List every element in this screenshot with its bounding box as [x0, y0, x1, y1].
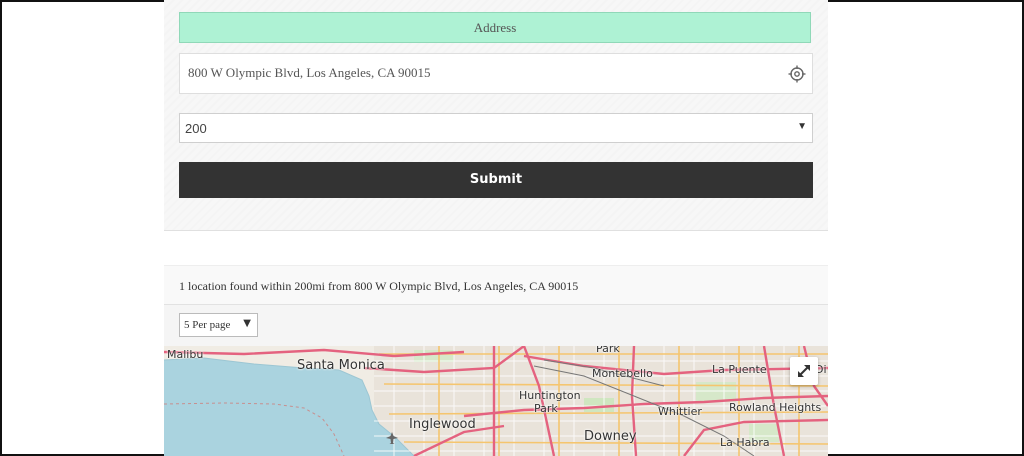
pagination-controls: 5 Per page ▼: [164, 305, 828, 346]
radius-select-value: 200: [185, 121, 207, 136]
map-label-santa-monica: Santa Monica: [297, 358, 385, 373]
per-page-select[interactable]: 5 Per page ▼: [179, 313, 258, 337]
window-border-left: [0, 0, 2, 456]
expand-arrows-icon: [798, 365, 810, 377]
map-label-whittier: Whittier: [658, 405, 702, 418]
map-label-huntington-park: Park: [534, 402, 558, 415]
map-label-inglewood: Inglewood: [409, 417, 476, 432]
address-input[interactable]: [180, 54, 786, 92]
address-label: Address: [179, 12, 811, 43]
map-label-huntington: Huntington: [519, 389, 581, 402]
map-label-malibu: Malibu: [167, 348, 204, 361]
search-form-panel: Address 200 ▼ Submit: [164, 0, 828, 231]
address-field[interactable]: [179, 53, 813, 94]
results-summary-bar: 1 location found within 200mi from 800 W…: [164, 265, 828, 305]
map-view[interactable]: Malibu Santa Monica Park Montebello La P…: [164, 346, 828, 456]
map-label-la-habra: La Habra: [720, 436, 770, 449]
map-label-downey: Downey: [584, 429, 637, 444]
crosshair-locate-icon[interactable]: [788, 65, 806, 83]
submit-button[interactable]: Submit: [179, 162, 813, 198]
chevron-down-icon: ▼: [797, 121, 807, 132]
map-label-la-puente: La Puente: [712, 363, 767, 376]
results-summary: 1 location found within 200mi from 800 W…: [179, 279, 579, 293]
per-page-value: 5 Per page: [184, 319, 231, 331]
map-label-park: Park: [596, 346, 620, 355]
chevron-down-icon: ▼: [243, 318, 251, 329]
map-fullscreen-button[interactable]: [790, 357, 818, 385]
radius-select[interactable]: 200 ▼: [179, 113, 813, 143]
map-label-rowland-heights: Rowland Heights: [729, 401, 822, 414]
map-label-montebello: Montebello: [592, 367, 653, 380]
